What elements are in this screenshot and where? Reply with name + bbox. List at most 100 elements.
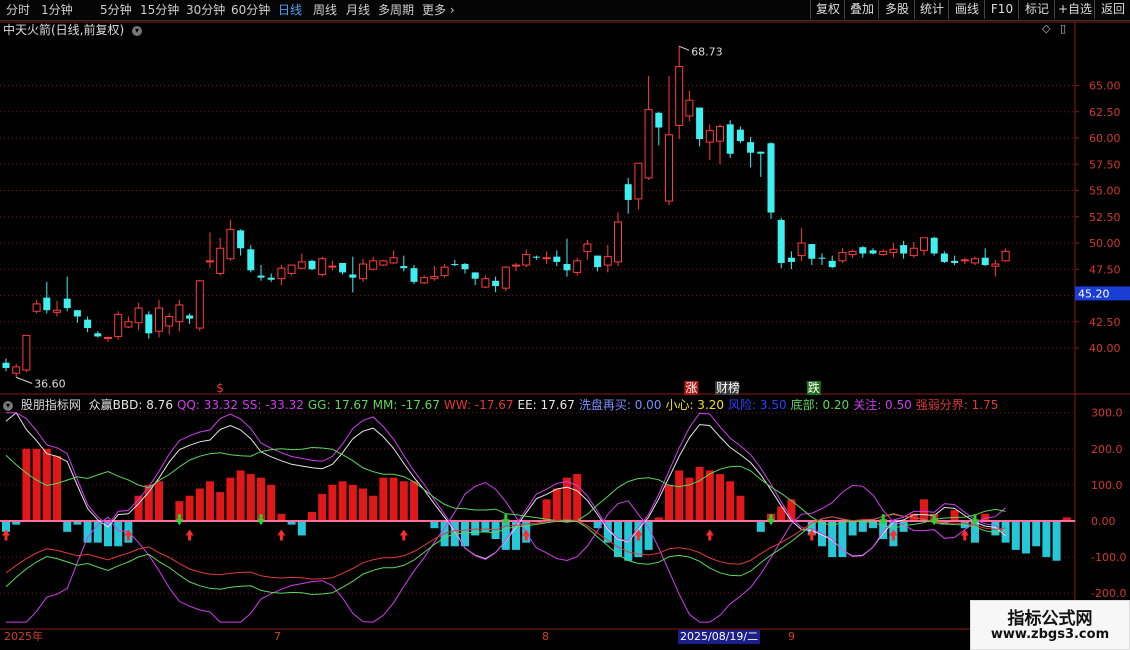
bbd-bar-positive: [328, 484, 337, 521]
bbd-bar-positive: [665, 484, 673, 521]
bbd-bar-positive: [542, 499, 551, 521]
candle-body: [501, 266, 510, 289]
candle-body: [736, 129, 744, 142]
candle-body: [512, 264, 520, 267]
candle-body: [471, 272, 479, 279]
price-tick-label: 65.00: [1089, 80, 1121, 93]
candle-body: [532, 256, 540, 258]
indicator-tick-label: 200.0: [1091, 443, 1123, 456]
candle-body: [379, 260, 388, 266]
candle-body: [685, 99, 694, 117]
price-tick-label: 55.00: [1089, 185, 1121, 198]
bbd-bar-positive: [318, 493, 327, 521]
candle-body: [869, 250, 877, 254]
candle-body: [237, 230, 245, 249]
bbd-bar-negative: [471, 521, 480, 536]
bbd-bar-positive: [399, 481, 408, 521]
candle-body: [716, 125, 724, 142]
indicator-tick-label: 300.0: [1091, 407, 1123, 420]
indicator-value-9: 风险: 3.50: [728, 398, 787, 412]
price-tick-label: 60.00: [1089, 132, 1121, 145]
indicator-legend: ▾ 股朋指标网 众赢BBD: 8.76 QQ: 33.32 SS: -33.32 GG…: [3, 397, 1006, 413]
date-label-sep: 9: [788, 630, 795, 643]
panel-toggle-icon[interactable]: ▯: [1060, 22, 1066, 35]
candle-body: [247, 249, 255, 271]
candle-body: [359, 263, 367, 280]
candle-body: [145, 314, 153, 334]
candle-body: [257, 275, 265, 278]
price-tick-label: 62.50: [1089, 106, 1121, 119]
candle-body: [114, 313, 123, 337]
bbd-bar-positive: [22, 448, 31, 521]
price-tick-label: 50.00: [1089, 237, 1121, 250]
candle-body: [889, 248, 898, 253]
candle-body: [594, 255, 602, 268]
stock-title[interactable]: 中天火箭(日线,前复权) ▾: [3, 21, 143, 38]
candle-body: [32, 303, 41, 312]
indicator-value-12: 强弱分界: 1.75: [915, 398, 999, 412]
chevron-down-icon[interactable]: ▾: [132, 25, 143, 36]
indicator-tick-label: -100.0: [1091, 551, 1126, 564]
chevron-down-icon[interactable]: ▾: [3, 400, 13, 411]
indicator-value-11: 关注: 0.50: [853, 398, 912, 412]
bbd-bar-negative: [481, 521, 490, 532]
bbd-bar-positive: [705, 470, 714, 521]
candle-body: [175, 304, 184, 323]
candle-body: [216, 247, 225, 274]
signal-marker: 跌: [808, 380, 820, 395]
bbd-bar-negative: [848, 521, 857, 536]
candle-body: [940, 253, 948, 262]
candle-body: [165, 316, 174, 327]
bbd-bar-negative: [63, 521, 72, 532]
candle-body: [287, 264, 296, 274]
up-arrow-icon: [705, 529, 714, 541]
bbd-bar-positive: [410, 481, 418, 521]
bbd-bar-positive: [716, 474, 724, 521]
candle-body: [573, 260, 582, 273]
indicator-value-7: 洗盘再买: 0.00: [578, 398, 662, 412]
price-tick-label: 52.50: [1089, 211, 1121, 224]
bbd-bar-positive: [185, 495, 194, 521]
candle-body: [981, 257, 989, 266]
bbd-bar-negative: [297, 521, 306, 536]
candle-body: [297, 261, 306, 269]
candle-body: [430, 276, 439, 280]
candle-body: [900, 245, 908, 254]
candle-body: [818, 257, 826, 259]
candle-body: [808, 244, 816, 259]
bbd-bar-positive: [53, 456, 61, 521]
candle-body: [349, 274, 357, 278]
candlestick-series: 68.73 36.60 $ 涨 财榜 跌: [2, 45, 1010, 395]
candle-body: [420, 277, 429, 284]
bbd-bar-positive: [777, 506, 786, 521]
candle-body: [400, 266, 408, 269]
candle-body: [63, 298, 71, 309]
candle-body: [369, 260, 378, 270]
candle-body: [634, 162, 643, 200]
bbd-bar-positive: [277, 513, 286, 521]
candle-body: [563, 264, 571, 271]
candle-body: [930, 237, 938, 254]
candle-body: [777, 219, 785, 263]
bbd-bar-positive: [236, 470, 245, 521]
bbd-bar-negative: [756, 521, 765, 532]
candle-body: [960, 259, 969, 262]
low-pointer: [16, 376, 33, 384]
bbd-bar-negative: [593, 521, 602, 529]
candle-body: [195, 280, 204, 329]
bbd-bar-positive: [920, 499, 928, 521]
indicator-name[interactable]: 股朋指标网: [21, 398, 81, 412]
candle-body: [644, 109, 653, 179]
diamond-icon[interactable]: ◇: [1042, 22, 1050, 35]
bbd-bar-positive: [267, 484, 276, 521]
bbd-bar-positive: [216, 492, 225, 521]
bbd-bar-positive: [695, 466, 704, 521]
indicator-value-6: EE: 17.67: [517, 398, 575, 412]
site-watermark: 指标公式网 www.zbgs3.com: [970, 600, 1130, 650]
candle-body: [440, 266, 449, 277]
bbd-bar-positive: [206, 481, 214, 521]
candle-body: [43, 297, 51, 311]
bbd-bar-positive: [552, 488, 561, 521]
date-label-aug: 8: [542, 630, 549, 643]
bbd-bar-negative: [1011, 521, 1020, 550]
